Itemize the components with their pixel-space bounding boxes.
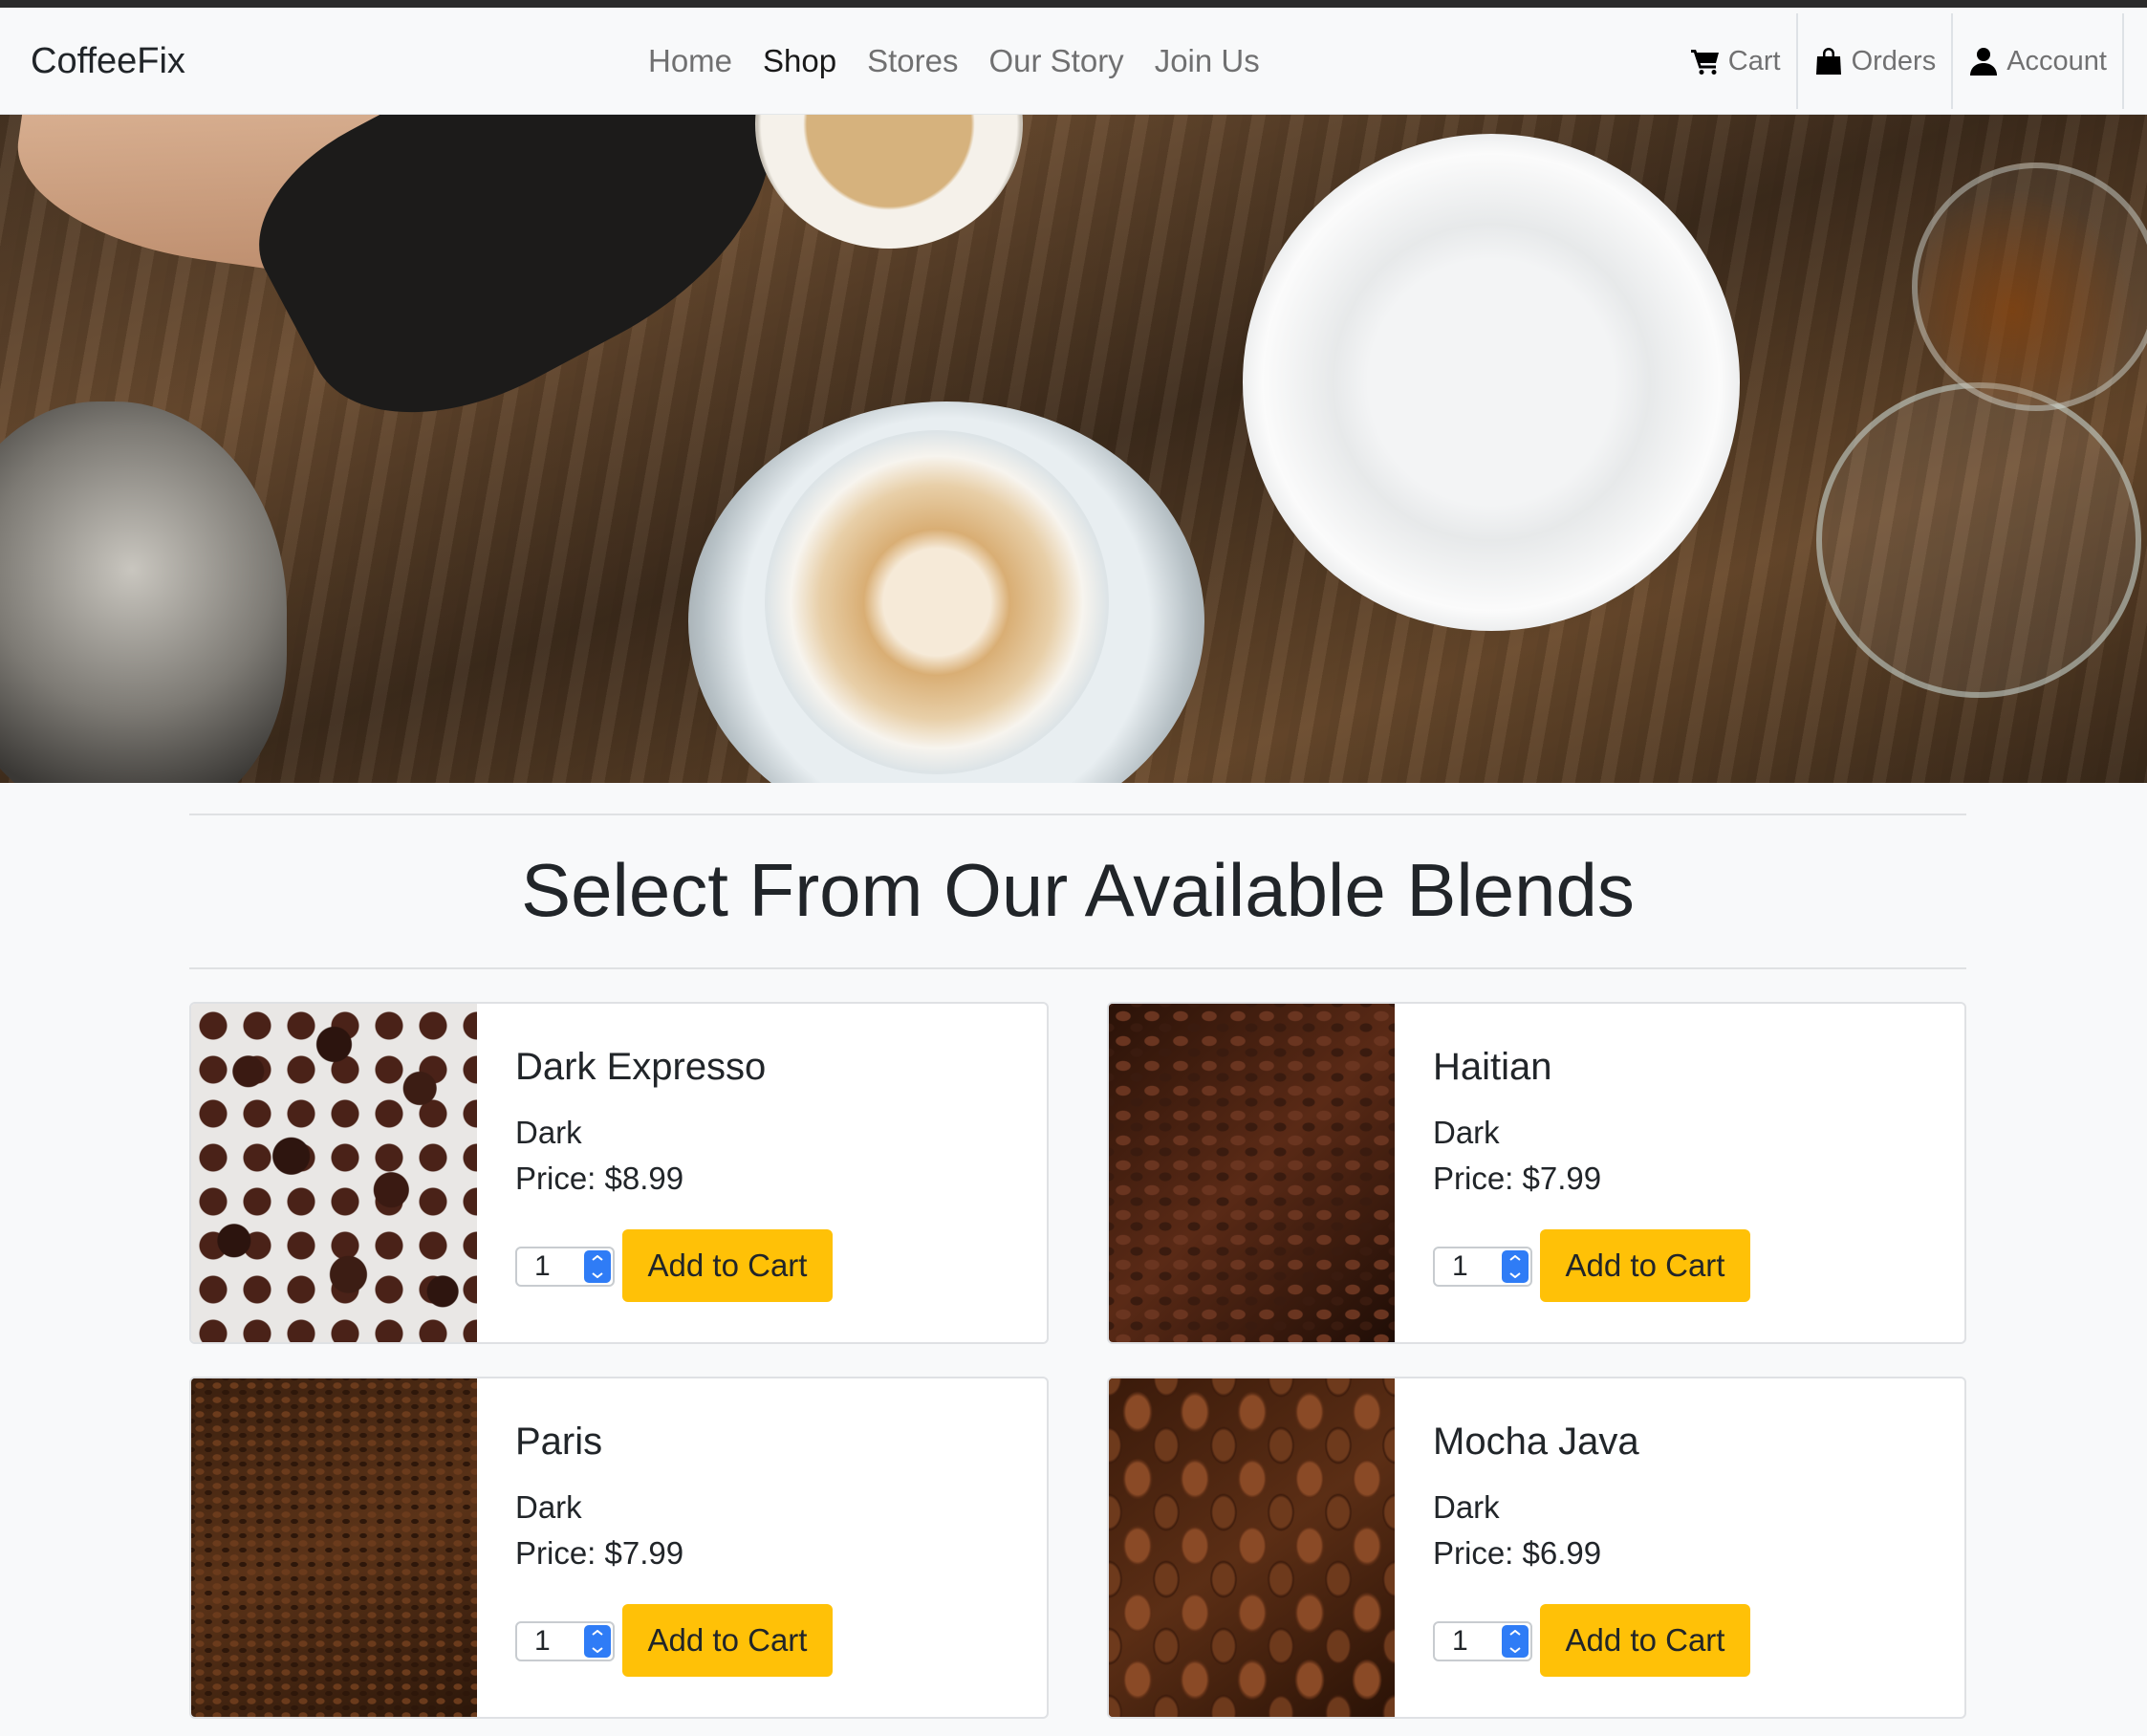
stepper-arrows-icon[interactable] — [584, 1250, 611, 1283]
product-name: Mocha Java — [1433, 1421, 1639, 1463]
product-price: Price: $8.99 — [515, 1161, 684, 1196]
user-icon — [1970, 48, 1998, 76]
product-roast: Dark — [515, 1115, 582, 1150]
quantity-value: 1 — [534, 1250, 551, 1282]
add-to-cart-button[interactable]: Add to Cart — [1540, 1604, 1750, 1677]
dark-pitcher-shape — [226, 115, 826, 467]
product-name: Haitian — [1433, 1046, 1552, 1088]
product-roast: Dark — [1433, 1489, 1500, 1525]
glass-amber-shape — [1912, 163, 2147, 411]
product-card: Paris Dark Price: $7.99 1 Add to Cart — [189, 1377, 1049, 1719]
nav-cart-label: Cart — [1727, 45, 1781, 76]
hero-image — [0, 115, 2147, 783]
product-image-mocha-java — [1109, 1378, 1395, 1717]
product-name: Dark Expresso — [515, 1046, 767, 1088]
cart-icon — [1690, 50, 1719, 75]
quantity-stepper[interactable]: 1 — [515, 1247, 615, 1287]
quantity-stepper[interactable]: 1 — [1433, 1621, 1532, 1661]
account-nav: Cart Orders Account — [1675, 8, 2124, 115]
white-saucer-shape — [1243, 134, 1740, 631]
shopping-bag-icon — [1815, 48, 1841, 75]
glass-shape — [1816, 382, 2141, 698]
quantity-value: 1 — [1452, 1250, 1468, 1282]
milk-pitcher-shape — [0, 401, 287, 783]
product-card: Mocha Java Dark Price: $6.99 1 Add to Ca… — [1107, 1377, 1966, 1719]
nav-link-home[interactable]: Home — [633, 43, 748, 79]
nav-orders[interactable]: Orders — [1795, 13, 1952, 109]
stepper-arrows-icon[interactable] — [1502, 1625, 1529, 1658]
nav-account[interactable]: Account — [1951, 13, 2124, 109]
main-nav: Home Shop Stores Our Story Join Us — [633, 8, 1275, 115]
add-to-cart-button[interactable]: Add to Cart — [1540, 1229, 1750, 1302]
latte-cup-shape — [765, 430, 1109, 774]
heading-top-rule — [189, 814, 1966, 815]
product-price: Price: $7.99 — [515, 1535, 684, 1571]
product-card: Dark Expresso Dark Price: $8.99 1 Add to… — [189, 1002, 1049, 1344]
nav-orders-label: Orders — [1851, 45, 1937, 76]
stepper-arrows-icon[interactable] — [1502, 1250, 1529, 1283]
top-cup-shape — [755, 115, 1023, 249]
product-image-haitian — [1109, 1004, 1395, 1342]
quantity-stepper[interactable]: 1 — [515, 1621, 615, 1661]
brand-logo[interactable]: CoffeeFix — [31, 8, 185, 115]
product-roast: Dark — [515, 1489, 582, 1525]
add-to-cart-button[interactable]: Add to Cart — [622, 1229, 833, 1302]
product-price: Price: $6.99 — [1433, 1535, 1602, 1571]
window-top-border — [0, 0, 2147, 8]
quantity-value: 1 — [534, 1625, 551, 1657]
quantity-stepper[interactable]: 1 — [1433, 1247, 1532, 1287]
heading-bottom-rule — [189, 967, 1966, 969]
product-card: Haitian Dark Price: $7.99 1 Add to Cart — [1107, 1002, 1966, 1344]
stepper-arrows-icon[interactable] — [584, 1625, 611, 1658]
product-image-dark-expresso — [191, 1004, 477, 1342]
page-title: Select From Our Available Blends — [521, 848, 1635, 932]
nav-account-label: Account — [2006, 45, 2107, 76]
product-roast: Dark — [1433, 1115, 1500, 1150]
nav-link-join-us[interactable]: Join Us — [1139, 43, 1275, 79]
nav-link-shop[interactable]: Shop — [748, 43, 852, 79]
nav-link-our-story[interactable]: Our Story — [973, 43, 1139, 79]
quantity-value: 1 — [1452, 1625, 1468, 1657]
product-name: Paris — [515, 1421, 603, 1463]
nav-cart[interactable]: Cart — [1675, 13, 1796, 109]
add-to-cart-button[interactable]: Add to Cart — [622, 1604, 833, 1677]
navbar: CoffeeFix Home Shop Stores Our Story Joi… — [0, 8, 2147, 115]
nav-link-stores[interactable]: Stores — [852, 43, 973, 79]
product-price: Price: $7.99 — [1433, 1161, 1602, 1196]
product-image-paris — [191, 1378, 477, 1717]
